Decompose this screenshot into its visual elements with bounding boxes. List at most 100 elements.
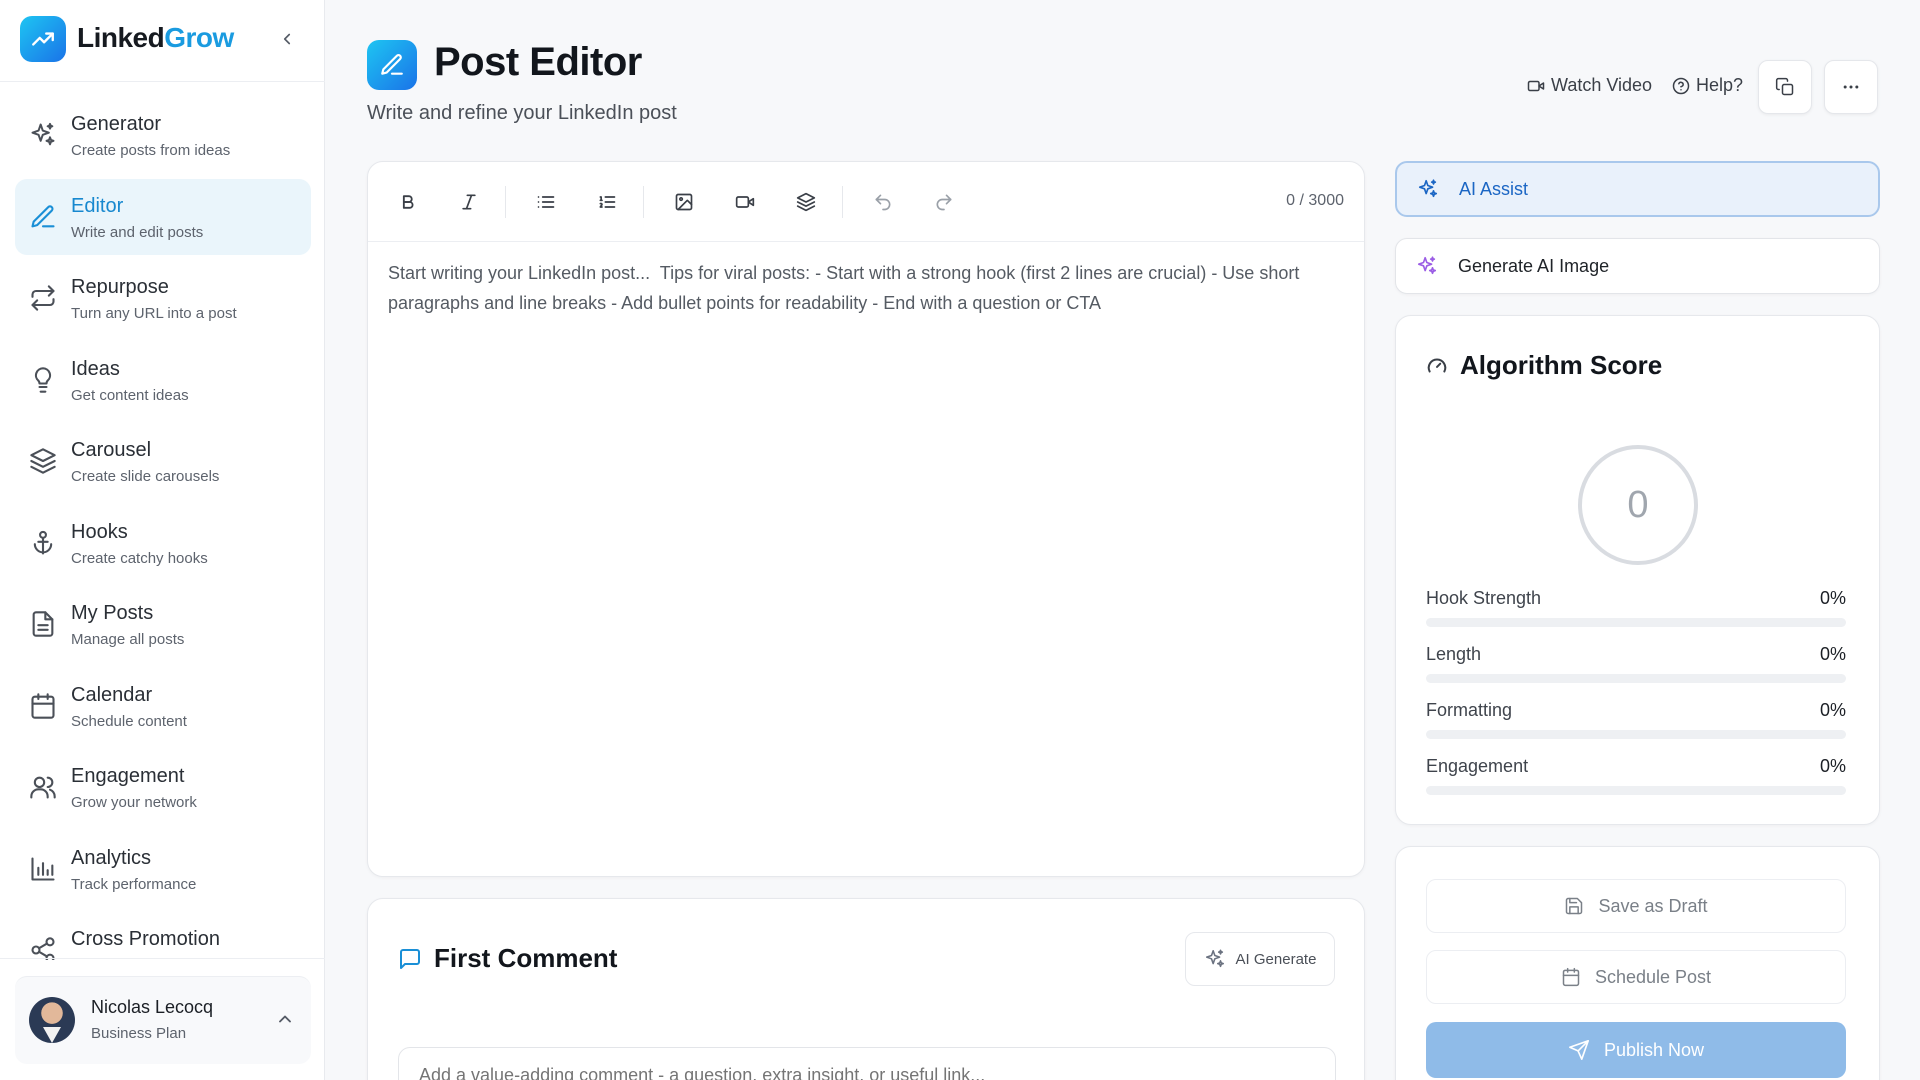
layers-icon[interactable] bbox=[792, 188, 820, 216]
brand-name[interactable]: LinkedGrow bbox=[77, 22, 234, 54]
bold-icon[interactable] bbox=[394, 188, 422, 216]
help-link[interactable]: Help? bbox=[1672, 75, 1743, 96]
anchor-icon bbox=[29, 529, 57, 557]
calendar-icon bbox=[29, 692, 57, 720]
metric-label: Engagement bbox=[1426, 756, 1529, 776]
metric-bar bbox=[1426, 786, 1846, 795]
ai-generate-comment-button[interactable]: AI Generate bbox=[1185, 932, 1335, 986]
sidebar-item-subtitle: Get content ideas bbox=[71, 386, 189, 404]
generate-ai-image-label: Generate AI Image bbox=[1458, 255, 1610, 276]
user-name: Nicolas Lecocq bbox=[91, 997, 214, 1017]
collapse-sidebar-button[interactable] bbox=[276, 28, 298, 50]
algorithm-score-card: Algorithm Score 0 Hook Strength 0% Lengt… bbox=[1395, 315, 1880, 825]
ai-generate-label: AI Generate bbox=[1235, 950, 1317, 968]
gauge-icon bbox=[1427, 358, 1447, 373]
more-options-button[interactable] bbox=[1824, 60, 1878, 114]
ai-assist-label: AI Assist bbox=[1459, 178, 1529, 199]
repeat-icon bbox=[29, 284, 57, 312]
metric-bar bbox=[1426, 730, 1846, 739]
video-icon bbox=[1527, 80, 1545, 91]
watch-video-link[interactable]: Watch Video bbox=[1527, 75, 1652, 96]
schedule-post-button[interactable]: Schedule Post bbox=[1426, 950, 1846, 1004]
metric-label: Length bbox=[1426, 644, 1482, 664]
sidebar-item-my-posts[interactable]: My Posts Manage all posts bbox=[15, 586, 311, 662]
sidebar-item-subtitle: Turn any URL into a post bbox=[71, 305, 237, 322]
publish-now-label: Publish Now bbox=[1603, 1039, 1705, 1060]
copy-button[interactable] bbox=[1758, 60, 1812, 114]
save-draft-button[interactable]: Save as Draft bbox=[1426, 879, 1846, 933]
first-comment-title: First Comment bbox=[434, 943, 618, 973]
help-label: Help? bbox=[1696, 75, 1744, 95]
sidebar-item-title: Carousel bbox=[71, 439, 152, 461]
metric-hook-strength: Hook Strength 0% bbox=[1426, 588, 1846, 628]
sidebar: LinkedGrow Generator Create posts from i… bbox=[0, 0, 325, 1080]
post-editor-textarea[interactable] bbox=[388, 258, 1348, 858]
bullet-list-icon[interactable] bbox=[532, 188, 560, 216]
metric-length: Length 0% bbox=[1426, 644, 1846, 684]
save-draft-label: Save as Draft bbox=[1598, 895, 1708, 916]
sidebar-item-cross-promotion[interactable]: Cross Promotion bbox=[15, 912, 311, 960]
sidebar-item-carousel[interactable]: Carousel Create slide carousels bbox=[15, 423, 311, 499]
pencil-icon bbox=[367, 40, 417, 90]
sidebar-item-ideas[interactable]: Ideas Get content ideas bbox=[15, 342, 311, 418]
first-comment-input[interactable] bbox=[398, 1047, 1336, 1080]
calendar-icon bbox=[1562, 967, 1580, 987]
sidebar-item-title: Analytics bbox=[71, 846, 152, 869]
toolbar-separator bbox=[505, 186, 506, 218]
sidebar-item-title: Calendar bbox=[71, 683, 153, 706]
numbered-list-icon[interactable] bbox=[593, 188, 621, 216]
metric-engagement: Engagement 0% bbox=[1426, 756, 1846, 796]
sidebar-item-subtitle: Create posts from ideas bbox=[71, 142, 231, 159]
message-square-icon bbox=[400, 948, 420, 969]
sidebar-item-title: Cross Promotion bbox=[71, 928, 220, 950]
sparkles-icon bbox=[1418, 179, 1438, 198]
page-title: Post Editor bbox=[434, 40, 642, 84]
algorithm-score-heading: Algorithm Score bbox=[1426, 350, 1662, 381]
metric-label: Hook Strength bbox=[1426, 588, 1542, 608]
trending-up-icon[interactable] bbox=[20, 16, 66, 62]
sidebar-item-title: Generator bbox=[71, 113, 162, 135]
user-card[interactable]: Nicolas Lecocq Business Plan bbox=[15, 976, 311, 1064]
ai-assist-button[interactable]: AI Assist bbox=[1395, 161, 1880, 217]
sidebar-item-subtitle: Write and edit posts bbox=[71, 223, 204, 241]
video-icon[interactable] bbox=[731, 188, 759, 216]
first-comment-card: First Comment AI Generate bbox=[367, 898, 1365, 1080]
brand-name-part1: Linked bbox=[77, 22, 165, 53]
sidebar-item-title: Repurpose bbox=[71, 276, 169, 298]
sidebar-item-generator[interactable]: Generator Create posts from ideas bbox=[15, 97, 311, 173]
sidebar-item-subtitle: Create slide carousels bbox=[71, 468, 220, 485]
save-icon bbox=[1566, 897, 1583, 915]
metric-value: 0% bbox=[1819, 644, 1846, 664]
image-icon[interactable] bbox=[670, 188, 698, 216]
sidebar-item-subtitle: Grow your network bbox=[71, 794, 197, 811]
metric-value: 0% bbox=[1819, 588, 1846, 608]
toolbar-separator bbox=[842, 186, 843, 218]
pencil-icon bbox=[29, 203, 57, 231]
chevron-up-icon[interactable] bbox=[275, 1009, 295, 1029]
sidebar-item-editor[interactable]: Editor Write and edit posts bbox=[15, 178, 311, 255]
sidebar-item-repurpose[interactable]: Repurpose Turn any URL into a post bbox=[15, 260, 311, 336]
generate-ai-image-button[interactable]: Generate AI Image bbox=[1395, 238, 1880, 294]
italic-icon[interactable] bbox=[455, 188, 483, 216]
editor-toolbar: 0 / 3000 bbox=[368, 162, 1364, 242]
publish-now-button[interactable]: Publish Now bbox=[1426, 1022, 1846, 1078]
brand-header: LinkedGrow bbox=[0, 0, 325, 82]
copy-icon bbox=[1775, 77, 1794, 96]
sidebar-item-hooks[interactable]: Hooks Create catchy hooks bbox=[15, 505, 311, 581]
page-subtitle: Write and refine your LinkedIn post bbox=[367, 102, 677, 124]
watch-video-label: Watch Video bbox=[1551, 75, 1653, 95]
user-divider bbox=[0, 958, 325, 959]
sidebar-item-title: Editor bbox=[71, 194, 124, 217]
post-actions-card: Save as Draft Schedule Post Publish Now bbox=[1395, 846, 1880, 1080]
help-circle-icon bbox=[1672, 77, 1690, 94]
metric-label: Formatting bbox=[1426, 700, 1513, 720]
redo-icon[interactable] bbox=[930, 188, 958, 216]
sidebar-item-engagement[interactable]: Engagement Grow your network bbox=[15, 749, 311, 825]
metric-formatting: Formatting 0% bbox=[1426, 700, 1846, 740]
sidebar-nav: Generator Create posts from ideas Editor… bbox=[15, 97, 311, 966]
algorithm-score-title: Algorithm Score bbox=[1460, 350, 1663, 380]
sidebar-item-analytics[interactable]: Analytics Track performance bbox=[15, 831, 311, 907]
undo-icon[interactable] bbox=[869, 188, 897, 216]
sparkles-icon bbox=[1417, 256, 1437, 275]
sidebar-item-calendar[interactable]: Calendar Schedule content bbox=[15, 668, 311, 744]
